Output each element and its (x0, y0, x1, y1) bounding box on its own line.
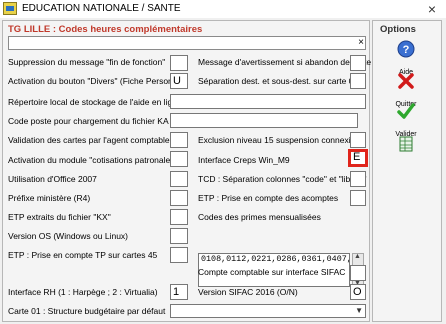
label-etp-kx: ETP extraits du fichier "KX" (8, 212, 111, 222)
close-button[interactable]: × (418, 0, 446, 18)
window-title: EDUCATION NATIONALE / SANTE (22, 3, 181, 14)
avertissement-abandon-field[interactable] (350, 55, 366, 71)
label-interface-rh: Interface RH (1 : Harpège ; 2 : Virtuali… (8, 287, 158, 297)
options-title: Options (380, 24, 416, 35)
chevron-down-icon: ▼ (355, 306, 363, 315)
etp-kx-field[interactable] (170, 209, 188, 225)
label-suppression-fin-fonction: Suppression du message "fin de fonction" (8, 57, 166, 67)
field-marker: × (358, 37, 364, 48)
export-button[interactable] (389, 134, 423, 154)
label-validation-cartes: Validation des cartes par l'agent compta… (8, 135, 170, 145)
etp-acomptes-field[interactable] (350, 190, 366, 206)
label-exclusion-niveau-15: Exclusion niveau 15 suspension connexion… (198, 135, 365, 145)
spreadsheet-icon (399, 136, 413, 152)
label-prefixe-ministere: Préfixe ministère (R4) (8, 193, 91, 203)
svg-text:?: ? (403, 44, 410, 56)
title-bar: EDUCATION NATIONALE / SANTE × (0, 0, 446, 19)
label-etp-cartes-45: ETP : Prise en compte TP sur cartes 45 (8, 250, 158, 260)
help-icon: ? (397, 40, 415, 58)
label-cotisations-patronales: Activation du module "cotisations patron… (8, 155, 178, 165)
label-avertissement-abandon: Message d'avertissement si abandon de ca… (198, 57, 372, 67)
label-office-2007: Utilisation d'Office 2007 (8, 174, 97, 184)
interface-rh-field[interactable]: 1 (170, 284, 188, 300)
label-compte-sifac: Compte comptable sur interface SIFAC (198, 267, 346, 277)
prefixe-ministere-field[interactable] (170, 190, 188, 206)
tcd-separation-field[interactable] (350, 171, 366, 187)
quit-icon (398, 73, 414, 89)
suppression-fin-fonction-field[interactable] (170, 55, 188, 71)
etp-cartes-45-field[interactable] (170, 247, 188, 263)
repertoire-aide-field[interactable] (170, 94, 366, 109)
app-icon (3, 2, 17, 15)
label-version-sifac: Version SIFAC 2016 (O/N) (198, 287, 298, 297)
label-codes-primes: Codes des primes mensualisées (198, 212, 321, 222)
validate-icon (397, 103, 415, 119)
office-2007-field[interactable] (170, 171, 188, 187)
exclusion-niveau-15-field[interactable] (350, 132, 366, 148)
label-tcd-separation: TCD : Séparation colonnes "code" et "lib… (198, 174, 367, 184)
label-etp-acomptes: ETP : Prise en compte des acomptes (198, 193, 339, 203)
label-interface-creps: Interface Creps Win_M9 (198, 155, 290, 165)
code-poste-ka-field[interactable] (170, 113, 358, 128)
validation-cartes-field[interactable] (170, 132, 188, 148)
label-activation-divers: Activation du bouton "Divers" (Fiche Per… (8, 76, 187, 86)
interface-creps-field[interactable]: E (348, 149, 368, 167)
label-carte-01: Carte 01 : Structure budgétaire par défa… (8, 306, 166, 316)
version-sifac-field[interactable]: O (350, 284, 366, 300)
header-text-field[interactable]: × (8, 36, 366, 50)
carte-01-structure-dropdown[interactable]: ▼ (170, 304, 366, 318)
label-code-poste-ka: Code poste pour chargement du fichier KA (8, 116, 169, 126)
version-os-field[interactable] (170, 228, 188, 244)
activation-divers-field[interactable]: U (170, 73, 188, 89)
label-version-os: Version OS (Windows ou Linux) (8, 231, 128, 241)
label-repertoire-aide: Répertoire local de stockage de l'aide e… (8, 97, 182, 107)
cotisations-patronales-field[interactable] (170, 151, 188, 167)
compte-sifac-field[interactable] (350, 265, 366, 281)
page-title: TG LILLE : Codes heures complémentaires (8, 24, 203, 35)
label-separation-dest: Séparation dest. et sous-dest. sur carte… (198, 76, 359, 86)
separation-dest-field[interactable] (350, 73, 366, 89)
